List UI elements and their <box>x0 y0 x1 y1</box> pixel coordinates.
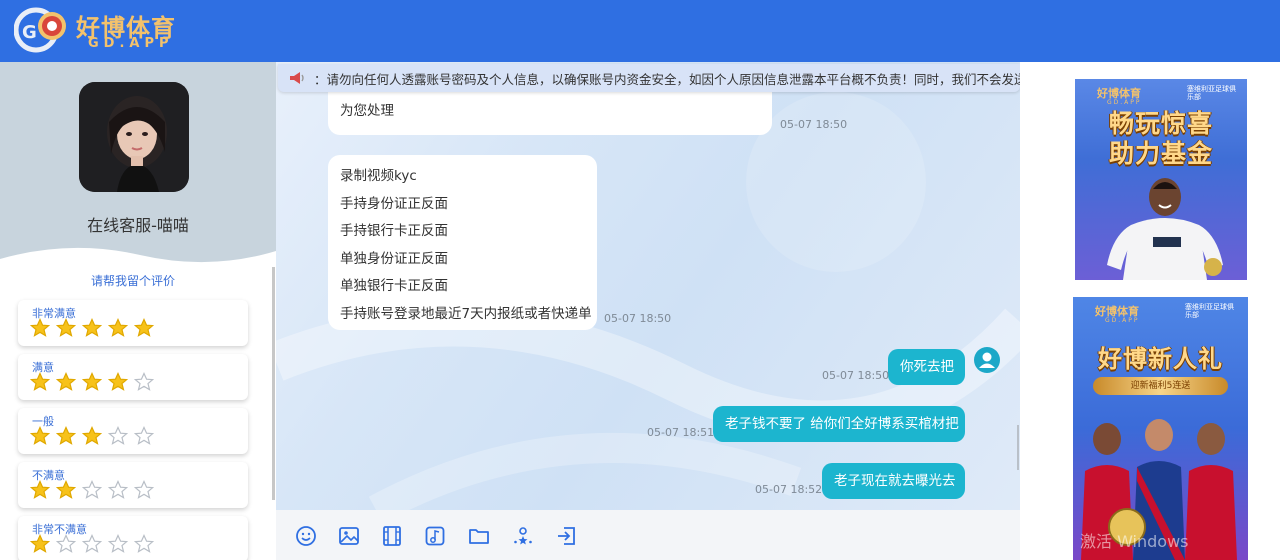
star-empty-icon[interactable] <box>134 372 154 392</box>
banner-subtitle: 迎新福利5连送 <box>1093 377 1228 395</box>
image-icon[interactable] <box>338 525 360 547</box>
agent-avatar <box>79 82 189 192</box>
star-filled-icon[interactable] <box>56 426 76 446</box>
top-header: G 好博体育 GD.APP <box>0 0 1280 62</box>
message-timestamp: 05-07 18:50 <box>822 369 890 382</box>
star-filled-icon[interactable] <box>56 372 76 392</box>
banner-logo-en: GD.APP <box>1105 317 1140 324</box>
rating-stars <box>30 534 160 558</box>
rating-option-very-dissatisfied[interactable]: 非常不满意 <box>18 516 248 560</box>
star-filled-icon[interactable] <box>134 318 154 338</box>
user-message-bubble: 老子现在就去曝光去 <box>822 463 965 499</box>
star-filled-icon[interactable] <box>82 318 102 338</box>
star-filled-icon[interactable] <box>56 318 76 338</box>
chat-scrollbar[interactable] <box>1017 425 1019 470</box>
brand-logo[interactable]: G 好博体育 GD.APP <box>14 4 184 56</box>
star-filled-icon[interactable] <box>108 372 128 392</box>
sidebar-scrollbar[interactable] <box>272 267 275 500</box>
user-message-bubble: 你死去把 <box>888 349 965 385</box>
user-avatar <box>974 347 1000 373</box>
star-filled-icon[interactable] <box>30 318 50 338</box>
message-line: 手持账号登录地最近7天内报纸或者快递单 <box>340 305 592 322</box>
rating-stars <box>30 426 160 450</box>
rating-stars <box>30 480 160 504</box>
star-filled-icon[interactable] <box>30 480 50 500</box>
star-filled-icon[interactable] <box>108 318 128 338</box>
star-empty-icon[interactable] <box>134 534 154 554</box>
football-player-illustration <box>1107 178 1223 280</box>
agent-name: 在线客服-喵喵 <box>87 216 189 235</box>
emoji-icon[interactable] <box>295 525 317 547</box>
brand-name-en: GD.APP <box>88 36 174 51</box>
video-icon[interactable] <box>381 525 403 547</box>
profile-wave-decoration <box>0 247 276 277</box>
star-filled-icon[interactable] <box>30 426 50 446</box>
message-timestamp: 05-07 18:50 <box>604 312 672 325</box>
message-line: 单独银行卡正反面 <box>340 278 448 294</box>
rating-option-very-satisfied[interactable]: 非常满意 <box>18 300 248 346</box>
banner-title: 好博新人礼 <box>1098 345 1223 373</box>
message-line: 为您处理 <box>340 103 394 119</box>
svg-text:G: G <box>22 22 37 43</box>
star-filled-icon[interactable] <box>56 480 76 500</box>
chat-window: 为您处理 05-07 18:50 录制视频kyc 手持身份证正反面 手持银行卡正… <box>276 62 1020 510</box>
star-filled-icon[interactable] <box>82 372 102 392</box>
star-empty-icon[interactable] <box>108 534 128 554</box>
star-empty-icon[interactable] <box>108 480 128 500</box>
folder-icon[interactable] <box>468 525 490 547</box>
exit-icon[interactable] <box>555 525 577 547</box>
rating-option-dissatisfied[interactable]: 不满意 <box>18 462 248 508</box>
security-notice-bar: ：请勿向任何人透露账号密码及个人信息，以确保账号内资金安全，如因个人原因信息泄露… <box>278 64 1020 92</box>
star-filled-icon[interactable] <box>82 426 102 446</box>
logo-emblem-icon: G <box>14 7 66 53</box>
megaphone-icon <box>290 72 304 84</box>
banner-club-name: 塞维利亚足球俱乐部 <box>1185 303 1234 319</box>
chat-toolbar <box>276 510 1020 560</box>
message-line: 手持身份证正反面 <box>340 195 448 212</box>
message-timestamp: 05-07 18:52 <box>755 483 823 496</box>
user-icon <box>979 352 995 368</box>
rating-option-neutral[interactable]: 一般 <box>18 408 248 454</box>
star-filled-icon[interactable] <box>30 372 50 392</box>
agent-message-bubble: 录制视频kyc 手持身份证正反面 手持银行卡正反面 单独身份证正反面 单独银行卡… <box>328 155 597 330</box>
star-filled-icon[interactable] <box>30 534 50 554</box>
rating-option-satisfied[interactable]: 满意 <box>18 354 248 400</box>
star-empty-icon[interactable] <box>108 426 128 446</box>
promo-banner-2[interactable]: 好博体育 GD.APP 塞维利亚足球俱乐部 好博新人礼 迎新福利5连送 <box>1073 297 1248 560</box>
message-timestamp: 05-07 18:51 <box>647 426 715 439</box>
star-empty-icon[interactable] <box>134 426 154 446</box>
star-empty-icon[interactable] <box>82 534 102 554</box>
message-line: 单独身份证正反面 <box>340 250 448 267</box>
star-empty-icon[interactable] <box>56 534 76 554</box>
banner-title: 畅玩惊喜 助力基金 <box>1108 109 1213 168</box>
message-line: 手持银行卡正反面 <box>340 223 448 239</box>
rating-stars <box>30 372 160 396</box>
banner-club-name: 塞维利亚足球俱乐部 <box>1187 85 1236 101</box>
banner-logo-en: GD.APP <box>1107 99 1142 106</box>
agent-portrait-icon <box>79 82 189 192</box>
message-timestamp: 05-07 18:50 <box>780 118 848 131</box>
security-notice-text: ：请勿向任何人透露账号密码及个人信息，以确保账号内资金安全，如因个人原因信息泄露… <box>314 72 1020 87</box>
agent-sidebar: 在线客服-喵喵 请帮我留个评价 非常满意 满意 一般 不满意 非常不满意 <box>0 62 276 560</box>
star-empty-icon[interactable] <box>82 480 102 500</box>
message-line: 录制视频kyc <box>340 168 417 184</box>
star-empty-icon[interactable] <box>134 480 154 500</box>
user-message-bubble: 老子钱不要了 给你们全好博系买棺材把 <box>713 406 965 442</box>
windows-activation-watermark: 激活 Windows <box>1080 532 1189 551</box>
promo-banner-1[interactable]: 好博体育 GD.APP 塞维利亚足球俱乐部 畅玩惊喜 助力基金 <box>1075 79 1247 280</box>
rating-stars <box>30 318 160 342</box>
music-icon[interactable] <box>424 525 446 547</box>
rating-prompt: 请帮我留个评价 <box>90 274 175 288</box>
rate-icon[interactable] <box>512 525 534 547</box>
